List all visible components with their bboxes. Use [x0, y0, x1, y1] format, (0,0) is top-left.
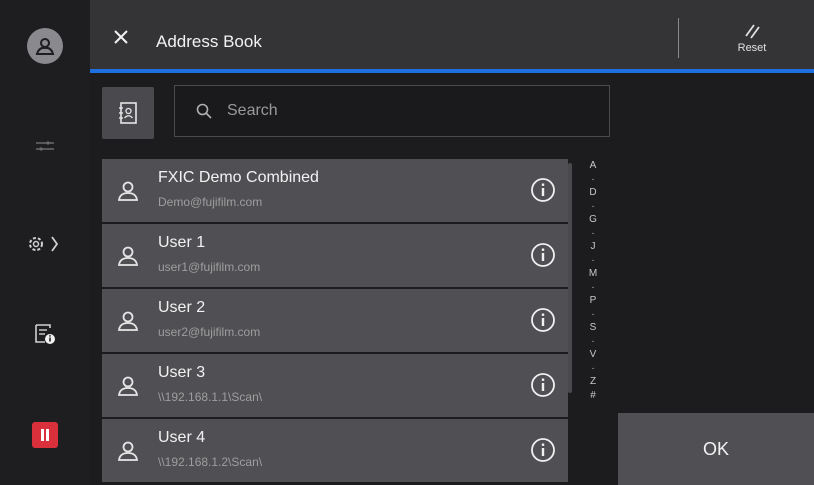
alphabet-index[interactable]: A · D · G · J · M · P · S · V · Z # — [584, 159, 602, 485]
contact-detail: \\192.168.1.2\Scan\ — [158, 455, 263, 469]
info-icon[interactable] — [530, 242, 556, 268]
sliders-icon — [36, 141, 54, 151]
contact-detail: user1@fujifilm.com — [158, 260, 261, 274]
index-letter[interactable]: G — [584, 213, 602, 227]
contact-name: User 3 — [158, 364, 206, 381]
index-dot: · — [591, 362, 595, 374]
index-dot: · — [591, 200, 595, 212]
contact-row[interactable]: User 4 \\192.168.1.2\Scan\ — [102, 419, 568, 482]
adjust-sliders-button[interactable] — [0, 116, 90, 176]
index-dot: · — [591, 227, 595, 239]
header-divider — [678, 18, 679, 58]
contact-detail: \\192.168.1.1\Scan\ — [158, 390, 263, 404]
address-book-icon — [119, 102, 137, 124]
index-letter[interactable]: # — [584, 389, 602, 403]
close-button[interactable] — [104, 20, 138, 54]
contact-name: FXIC Demo Combined — [158, 169, 319, 186]
index-letter[interactable]: S — [584, 321, 602, 335]
user-icon — [35, 38, 55, 55]
sidebar — [0, 0, 90, 485]
contact-detail: Demo@fujifilm.com — [158, 195, 263, 209]
reset-icon — [745, 24, 760, 39]
index-letter[interactable]: P — [584, 294, 602, 308]
page-title: Address Book — [156, 32, 262, 51]
reset-button[interactable]: Reset — [712, 8, 792, 68]
pause-button[interactable] — [0, 405, 90, 465]
gear-icon — [29, 236, 59, 252]
contact-name: User 4 — [158, 429, 206, 446]
contact-row[interactable]: User 2 user2@fujifilm.com — [102, 289, 568, 352]
main-content: FXIC Demo Combined Demo@fujifilm.com Use… — [90, 73, 814, 485]
user-icon — [117, 311, 139, 331]
info-icon[interactable] — [530, 307, 556, 333]
index-letter[interactable]: M — [584, 267, 602, 281]
index-letter[interactable]: D — [584, 186, 602, 200]
index-letter[interactable]: V — [584, 348, 602, 362]
index-letter[interactable]: Z — [584, 375, 602, 389]
reset-label: Reset — [737, 42, 767, 54]
user-icon — [117, 441, 139, 461]
contact-name: User 1 — [158, 234, 206, 251]
contact-row[interactable]: User 3 \\192.168.1.1\Scan\ — [102, 354, 568, 417]
job-status-button[interactable] — [0, 304, 90, 364]
user-avatar-button[interactable] — [0, 16, 90, 76]
index-dot: · — [591, 254, 595, 266]
printer-info-icon — [35, 324, 55, 344]
list-scrollbar[interactable] — [568, 163, 572, 393]
close-icon — [114, 30, 128, 44]
info-icon[interactable] — [530, 177, 556, 203]
user-icon — [117, 376, 139, 396]
info-icon[interactable] — [530, 437, 556, 463]
contact-name: User 2 — [158, 299, 206, 316]
info-icon[interactable] — [530, 372, 556, 398]
header-bar: Address Book Reset — [90, 0, 814, 73]
contact-detail: user2@fujifilm.com — [158, 325, 261, 339]
index-letter[interactable]: J — [584, 240, 602, 254]
contact-row[interactable]: User 1 user1@fujifilm.com — [102, 224, 568, 287]
settings-button[interactable] — [0, 214, 90, 274]
avatar — [27, 28, 63, 64]
address-book-toggle-button[interactable] — [102, 87, 154, 139]
user-icon — [117, 181, 139, 201]
user-icon — [117, 246, 139, 266]
index-dot: · — [591, 173, 595, 185]
index-dot: · — [591, 335, 595, 347]
ok-button[interactable]: OK — [618, 413, 814, 485]
index-dot: · — [591, 308, 595, 320]
search-input[interactable] — [225, 101, 589, 121]
index-letter[interactable]: A — [584, 159, 602, 173]
pause-icon — [32, 422, 58, 448]
search-icon — [195, 102, 213, 120]
contact-row[interactable]: FXIC Demo Combined Demo@fujifilm.com — [102, 159, 568, 222]
search-box[interactable] — [174, 85, 610, 137]
index-dot: · — [591, 281, 595, 293]
